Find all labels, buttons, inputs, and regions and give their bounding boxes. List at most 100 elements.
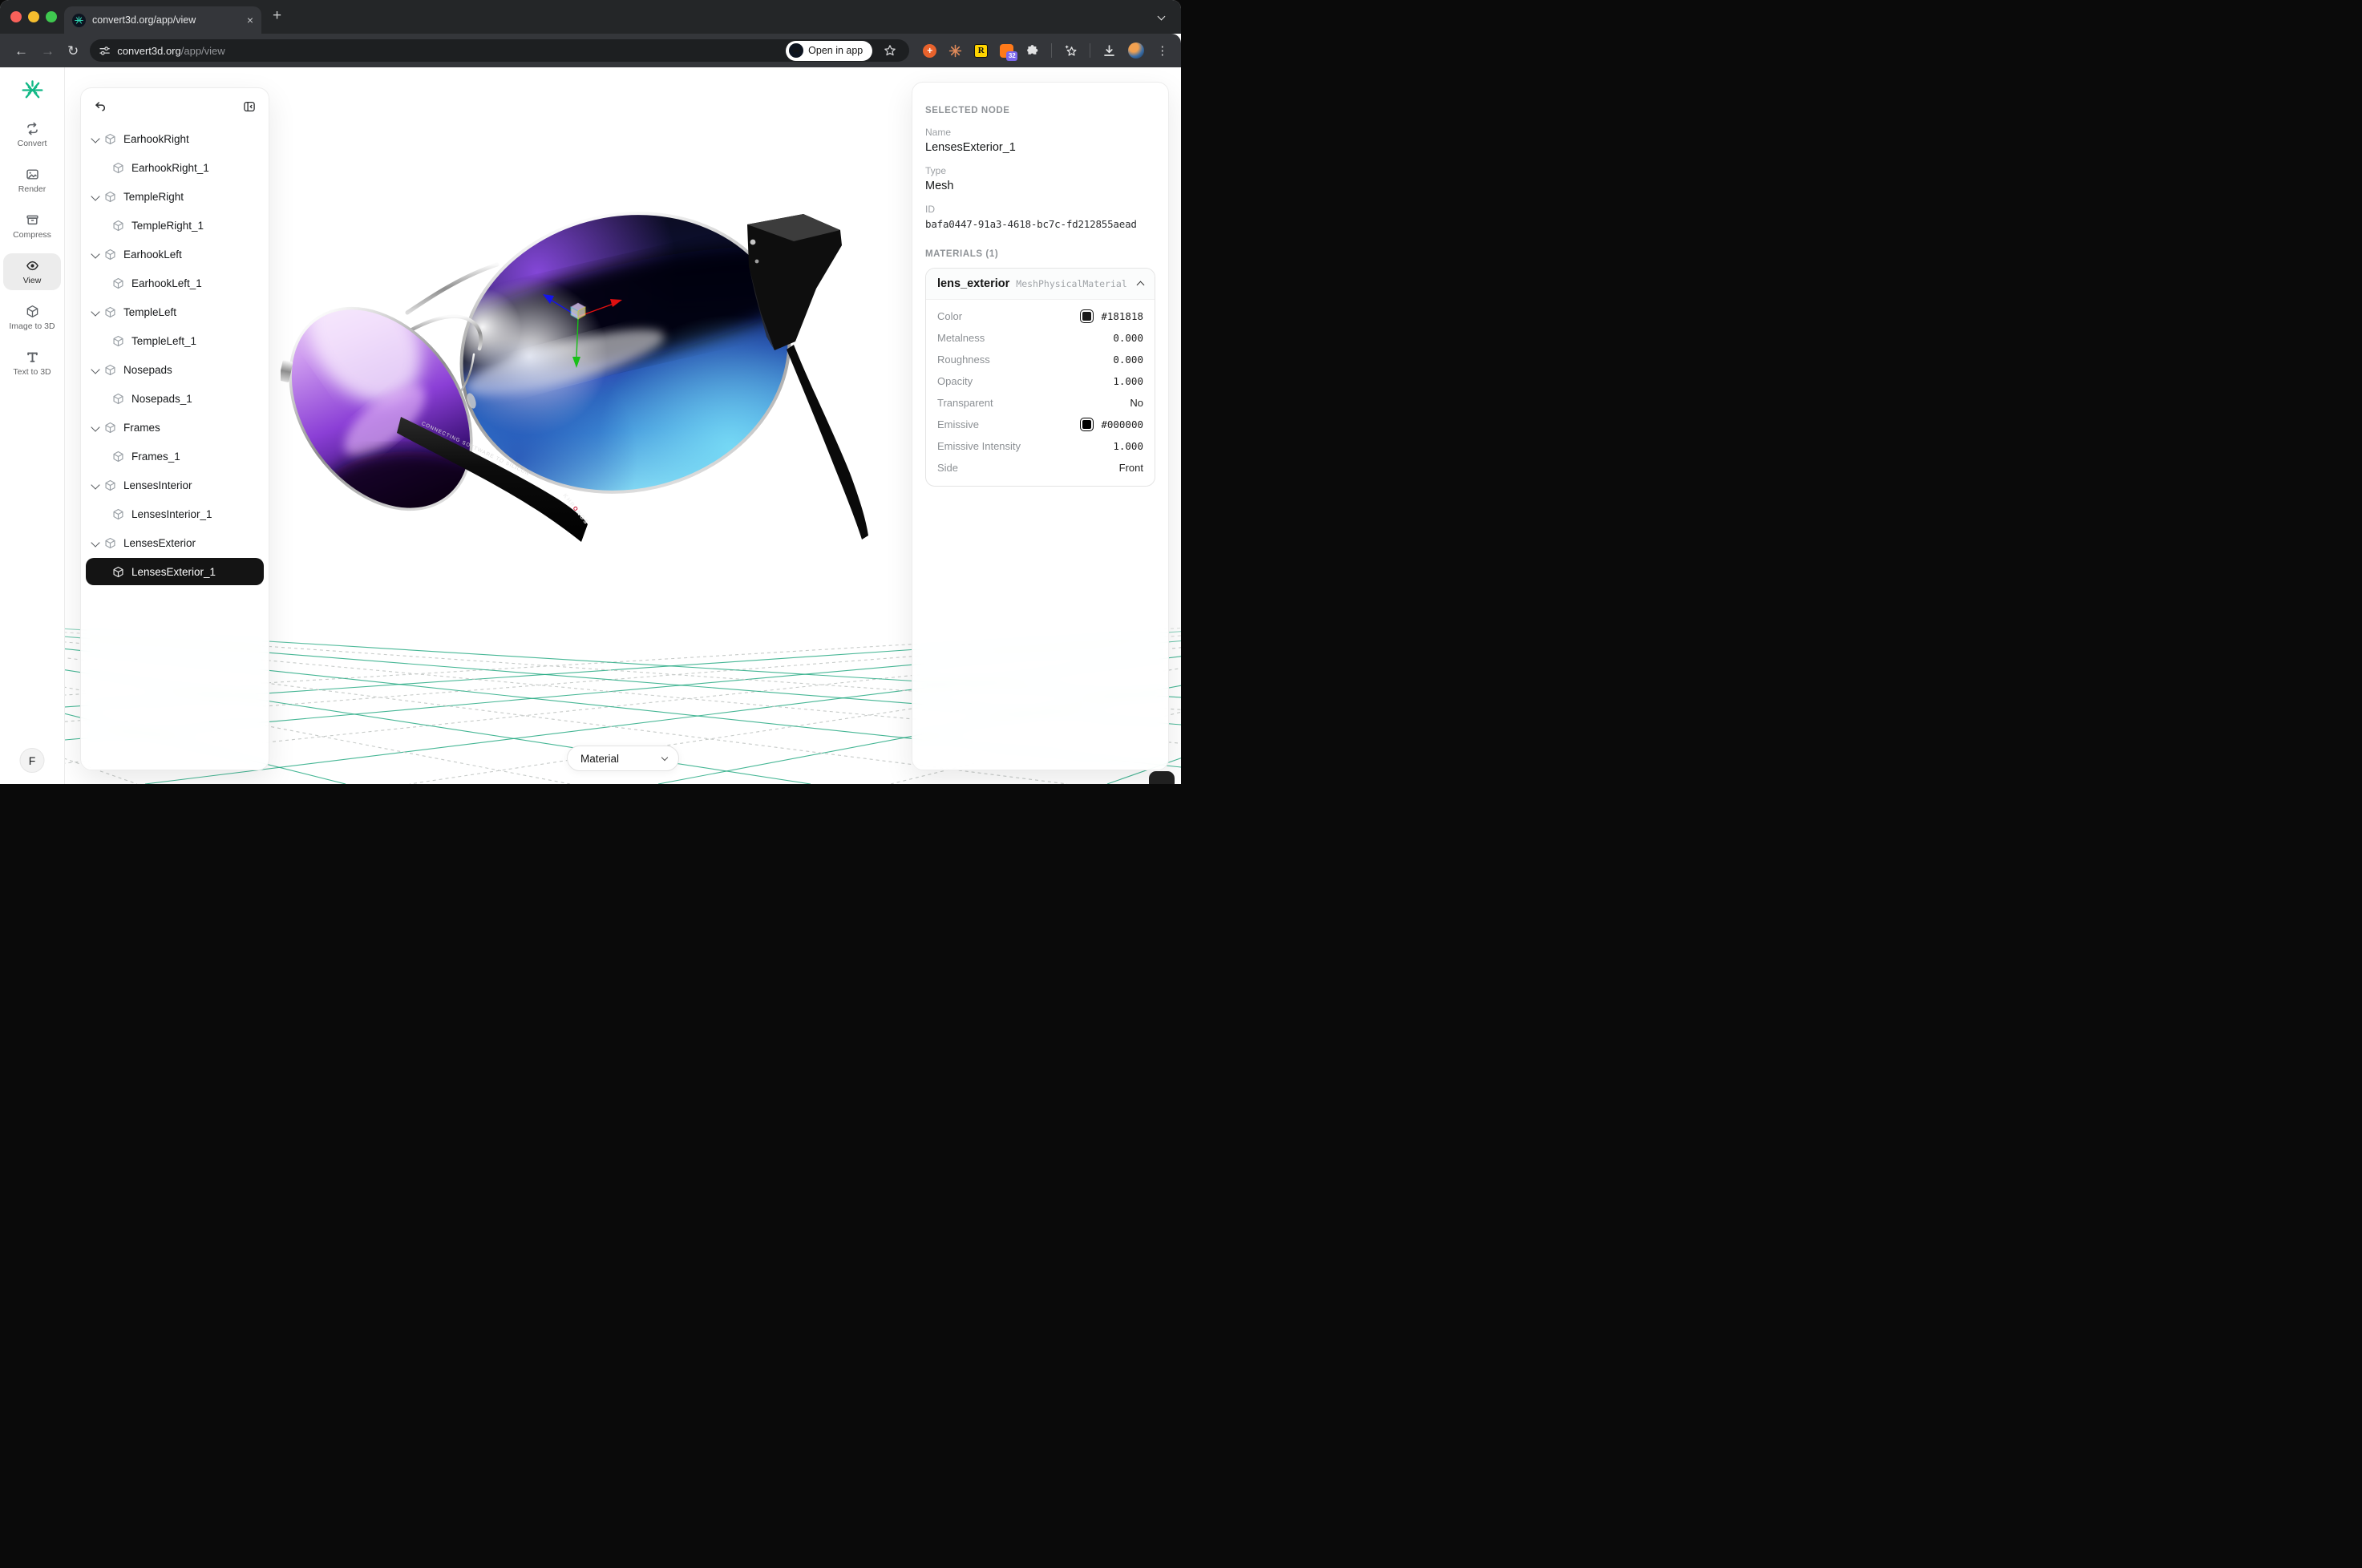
- tree-node-earhookleft-1[interactable]: EarhookLeft_1: [81, 269, 269, 297]
- chevron-down-icon[interactable]: [91, 365, 99, 374]
- tree-node-templeright-1[interactable]: TempleRight_1: [81, 211, 269, 240]
- zoom-window-button[interactable]: [46, 11, 57, 22]
- tree-node-templeleft-1[interactable]: TempleLeft_1: [81, 326, 269, 355]
- close-window-button[interactable]: [10, 11, 22, 22]
- sidebar-item-render[interactable]: Render: [3, 162, 61, 199]
- open-in-app-button[interactable]: Open in app: [786, 41, 872, 61]
- tree-node-earhookright[interactable]: EarhookRight: [81, 124, 269, 153]
- material-name: lens_exterior: [937, 277, 1009, 290]
- reload-icon[interactable]: ↻: [67, 44, 79, 58]
- sunglasses-model[interactable]: CONNECTING SOFTWARE TO SILICON KHRONOS: [281, 192, 922, 561]
- selected-node-title: SELECTED NODE: [925, 106, 1155, 115]
- downloads-icon[interactable]: [1102, 44, 1116, 58]
- mesh-cube-icon: [112, 393, 124, 405]
- materials-title: MATERIALS (1): [925, 249, 1155, 259]
- browser-window: convert3d.org/app/view × + ← → ↻ convert…: [0, 0, 1181, 784]
- back-icon[interactable]: ←: [14, 44, 28, 58]
- mesh-cube-icon: [112, 277, 124, 289]
- new-tab-button[interactable]: +: [273, 7, 281, 25]
- chevron-down-icon[interactable]: [91, 192, 99, 200]
- tab-search-chevron-icon[interactable]: [1158, 13, 1166, 21]
- browser-tab[interactable]: convert3d.org/app/view ×: [64, 6, 261, 34]
- material-row-side: Side Front: [926, 457, 1155, 479]
- chevron-down-icon[interactable]: [91, 538, 99, 547]
- material-row-emissive: Emissive #000000: [926, 414, 1155, 435]
- name-label: Name: [925, 127, 1155, 138]
- tab-strip: convert3d.org/app/view × +: [0, 0, 1181, 34]
- sidebar-item-compress[interactable]: Compress: [3, 208, 61, 244]
- id-label: ID: [925, 204, 1155, 215]
- app-logo-icon[interactable]: [22, 79, 43, 101]
- app-sidebar: Convert Render Compress View Image to 3D…: [0, 67, 65, 784]
- sidebar-item-text-to-3d[interactable]: Text to 3D: [3, 345, 61, 382]
- tree-node-frames-1[interactable]: Frames_1: [81, 442, 269, 471]
- profile-avatar[interactable]: [1128, 42, 1144, 59]
- tree-node-earhookright-1[interactable]: EarhookRight_1: [81, 153, 269, 182]
- chevron-down-icon[interactable]: [91, 249, 99, 258]
- extensions-bar: + R 32 ⋮: [923, 42, 1168, 59]
- site-settings-icon[interactable]: [99, 45, 111, 57]
- mesh-cube-icon: [112, 566, 124, 578]
- tab-close-icon[interactable]: ×: [247, 14, 253, 26]
- sidebar-item-view[interactable]: View: [3, 253, 61, 290]
- mesh-cube-icon: [104, 364, 116, 376]
- mesh-cube-icon: [112, 162, 124, 174]
- extension-orange-plus-icon[interactable]: +: [923, 44, 936, 58]
- chevron-down-icon: [661, 754, 668, 760]
- chevron-down-icon[interactable]: [91, 422, 99, 431]
- chevron-up-icon[interactable]: [1137, 281, 1145, 289]
- tree-node-frames[interactable]: Frames: [81, 413, 269, 442]
- chevron-down-icon[interactable]: [91, 134, 99, 143]
- mesh-cube-icon: [104, 191, 116, 203]
- chevron-down-icon[interactable]: [91, 307, 99, 316]
- user-avatar[interactable]: F: [20, 748, 45, 773]
- browser-menu-icon[interactable]: ⋮: [1156, 43, 1168, 58]
- open-in-app-icon: [789, 43, 803, 58]
- emissive-swatch[interactable]: [1080, 418, 1094, 431]
- material-mode-dropdown[interactable]: Material: [567, 746, 679, 771]
- mesh-cube-icon: [112, 451, 124, 463]
- tree-node-lensesexterior-1-selected[interactable]: LensesExterior_1: [86, 558, 264, 585]
- chevron-down-icon[interactable]: [91, 480, 99, 489]
- color-swatch[interactable]: [1080, 309, 1094, 323]
- tree-node-nosepads[interactable]: Nosepads: [81, 355, 269, 384]
- tab-title: convert3d.org/app/view: [92, 14, 241, 26]
- bookmark-star-icon[interactable]: [884, 44, 896, 57]
- mesh-cube-icon: [112, 508, 124, 520]
- extension-badge-icon[interactable]: 32: [1000, 44, 1013, 58]
- forward-icon[interactable]: →: [41, 44, 55, 58]
- tree-node-templeleft[interactable]: TempleLeft: [81, 297, 269, 326]
- minimize-window-button[interactable]: [28, 11, 39, 22]
- corner-widget[interactable]: [1149, 771, 1175, 784]
- viewport-3d[interactable]: CONNECTING SOFTWARE TO SILICON KHRONOS: [65, 67, 1181, 784]
- material-row-color: Color #181818: [926, 305, 1155, 327]
- mesh-cube-icon: [112, 220, 124, 232]
- inspector-panel: SELECTED NODE Name LensesExterior_1 Type…: [912, 82, 1169, 770]
- app-content: Convert Render Compress View Image to 3D…: [0, 67, 1181, 784]
- mesh-cube-icon: [104, 479, 116, 491]
- material-row-metalness: Metalness 0.000: [926, 327, 1155, 349]
- tab-favicon-icon: [72, 14, 86, 27]
- extension-r-icon[interactable]: R: [974, 44, 988, 58]
- traffic-lights: [10, 11, 57, 22]
- tree-node-earhookleft[interactable]: EarhookLeft: [81, 240, 269, 269]
- address-bar[interactable]: convert3d.org/app/view Open in app: [90, 39, 909, 62]
- material-row-transparent: Transparent No: [926, 392, 1155, 414]
- bookmarks-sparkle-icon[interactable]: [1064, 44, 1078, 58]
- sidebar-item-image-to-3d[interactable]: Image to 3D: [3, 299, 61, 336]
- material-card-header[interactable]: lens_exterior MeshPhysicalMaterial: [926, 269, 1155, 300]
- tree-node-lensesexterior[interactable]: LensesExterior: [81, 528, 269, 557]
- material-row-roughness: Roughness 0.000: [926, 349, 1155, 370]
- tree-node-lensesinterior[interactable]: LensesInterior: [81, 471, 269, 499]
- material-row-opacity: Opacity 1.000: [926, 370, 1155, 392]
- undo-icon[interactable]: [94, 100, 107, 113]
- extensions-puzzle-icon[interactable]: [1025, 44, 1039, 58]
- sidebar-item-convert[interactable]: Convert: [3, 116, 61, 153]
- material-row-emissive-intensity: Emissive Intensity 1.000: [926, 435, 1155, 457]
- tree-node-templeright[interactable]: TempleRight: [81, 182, 269, 211]
- extension-starburst-icon[interactable]: [948, 44, 962, 58]
- material-type: MeshPhysicalMaterial: [1016, 278, 1131, 289]
- tree-node-lensesinterior-1[interactable]: LensesInterior_1: [81, 499, 269, 528]
- tree-node-nosepads-1[interactable]: Nosepads_1: [81, 384, 269, 413]
- collapse-panel-icon[interactable]: [243, 100, 256, 113]
